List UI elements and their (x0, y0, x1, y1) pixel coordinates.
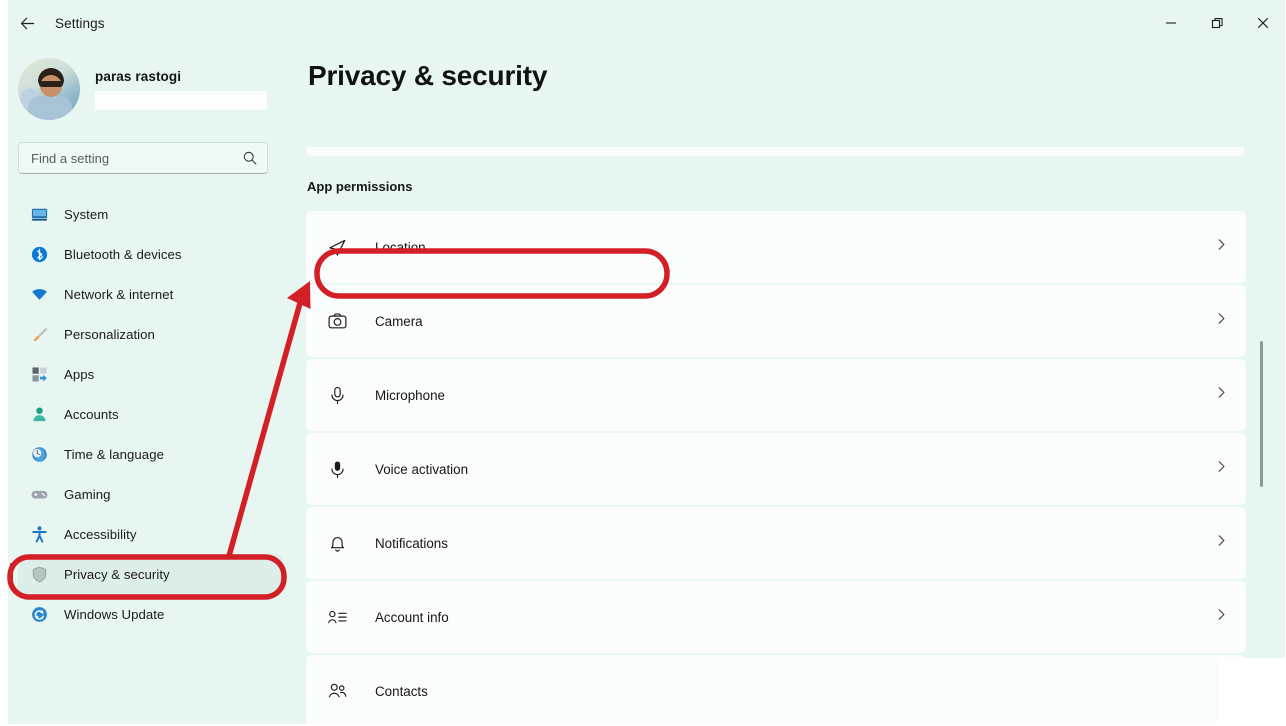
settings-window: Settings paras rastogi Find a setting Sy… (0, 0, 1286, 726)
bell-icon (325, 531, 349, 555)
person-icon (28, 403, 50, 425)
scrollbar-thumb[interactable] (1260, 341, 1263, 487)
sidebar-item-accessibility[interactable]: Accessibility (18, 514, 282, 554)
gamepad-icon (28, 483, 50, 505)
app-permissions-list: Location Camera Microphone Voice activat… (306, 211, 1246, 726)
window-title: Settings (55, 15, 105, 31)
maximize-button[interactable] (1194, 0, 1240, 46)
sidebar-item-label: System (64, 206, 109, 222)
sidebar-item-personalization[interactable]: Personalization (18, 314, 282, 354)
sidebar-item-bluetooth-devices[interactable]: Bluetooth & devices (18, 234, 282, 274)
sidebar-item-label: Apps (64, 366, 95, 382)
sidebar-item-label: Windows Update (64, 606, 165, 622)
microphone-icon (325, 383, 349, 407)
user-profile[interactable]: paras rastogi (18, 58, 296, 120)
user-email-redacted (95, 90, 267, 110)
search-icon (243, 151, 257, 165)
title-bar: Settings (0, 0, 1286, 46)
chevron-right-icon (1215, 312, 1228, 330)
back-arrow-icon (20, 17, 34, 29)
accessibility-icon (28, 523, 50, 545)
sidebar-item-apps[interactable]: Apps (18, 354, 282, 394)
permission-label: Account info (375, 609, 449, 625)
avatar (18, 58, 80, 120)
permission-label: Microphone (375, 387, 445, 403)
minimize-icon (1166, 22, 1176, 24)
contacts-icon (325, 679, 349, 703)
chevron-right-icon (1215, 608, 1228, 626)
account-info-icon (325, 605, 349, 629)
sidebar-item-label: Network & internet (64, 286, 174, 302)
update-icon (28, 603, 50, 625)
minimize-button[interactable] (1148, 0, 1194, 46)
close-button[interactable] (1240, 0, 1286, 46)
shield-icon (28, 563, 50, 585)
page-gutter-corner (1218, 658, 1286, 726)
close-icon (1257, 17, 1269, 29)
sidebar-item-label: Time & language (64, 446, 164, 462)
permission-row-contacts[interactable]: Contacts (306, 655, 1246, 726)
sidebar-item-label: Gaming (64, 486, 111, 502)
chevron-right-icon (1215, 238, 1228, 256)
chevron-right-icon (1215, 534, 1228, 552)
window-controls (1148, 0, 1286, 46)
permission-row-microphone[interactable]: Microphone (306, 359, 1246, 431)
permission-label: Contacts (375, 683, 428, 699)
permission-row-voice-activation[interactable]: Voice activation (306, 433, 1246, 505)
sidebar-item-label: Accounts (64, 406, 119, 422)
permission-label: Notifications (375, 535, 448, 551)
bluetooth-icon (28, 243, 50, 265)
camera-icon (325, 309, 349, 333)
scrolled-off-card (306, 147, 1244, 157)
sidebar-item-system[interactable]: System (18, 194, 282, 234)
wifi-icon (28, 283, 50, 305)
restore-icon (1211, 17, 1223, 28)
permission-row-camera[interactable]: Camera (306, 285, 1246, 357)
location-arrow-icon (325, 235, 349, 259)
chevron-right-icon (1215, 460, 1228, 478)
page-gutter-left (0, 0, 8, 726)
permission-label: Location (375, 239, 426, 255)
apps-grid-icon (28, 363, 50, 385)
back-button[interactable] (10, 6, 44, 40)
sidebar-item-label: Personalization (64, 326, 155, 342)
section-heading: App permissions (307, 179, 413, 194)
search-box[interactable] (18, 142, 268, 174)
monitor-icon (28, 203, 50, 225)
search-input[interactable] (31, 150, 242, 166)
page-title: Privacy & security (308, 60, 548, 91)
sidebar-item-label: Privacy & security (64, 566, 170, 582)
content-pane: Privacy & security App permissions Locat… (296, 46, 1286, 726)
sidebar-item-privacy-security[interactable]: Privacy & security (10, 554, 282, 594)
content-scrollbar[interactable] (1260, 100, 1264, 720)
voice-mic-icon (325, 457, 349, 481)
sidebar-item-accounts[interactable]: Accounts (18, 394, 282, 434)
permission-row-notifications[interactable]: Notifications (306, 507, 1246, 579)
sidebar-item-time-language[interactable]: Time & language (18, 434, 282, 474)
sidebar-item-label: Accessibility (64, 526, 137, 542)
sidebar-item-windows-update[interactable]: Windows Update (18, 594, 282, 634)
paintbrush-icon (28, 323, 50, 345)
chevron-right-icon (1215, 386, 1228, 404)
sidebar-item-gaming[interactable]: Gaming (18, 474, 282, 514)
user-name: paras rastogi (95, 68, 182, 84)
sidebar: paras rastogi System (0, 46, 296, 726)
permission-row-location[interactable]: Location (306, 211, 1246, 283)
permission-row-account-info[interactable]: Account info (306, 581, 1246, 653)
permission-label: Camera (375, 313, 423, 329)
clock-globe-icon (28, 443, 50, 465)
sidebar-item-label: Bluetooth & devices (64, 246, 182, 262)
sidebar-item-network-internet[interactable]: Network & internet (18, 274, 282, 314)
permission-label: Voice activation (375, 461, 469, 477)
sidebar-nav: System Bluetooth & devices Network & int… (0, 194, 296, 634)
